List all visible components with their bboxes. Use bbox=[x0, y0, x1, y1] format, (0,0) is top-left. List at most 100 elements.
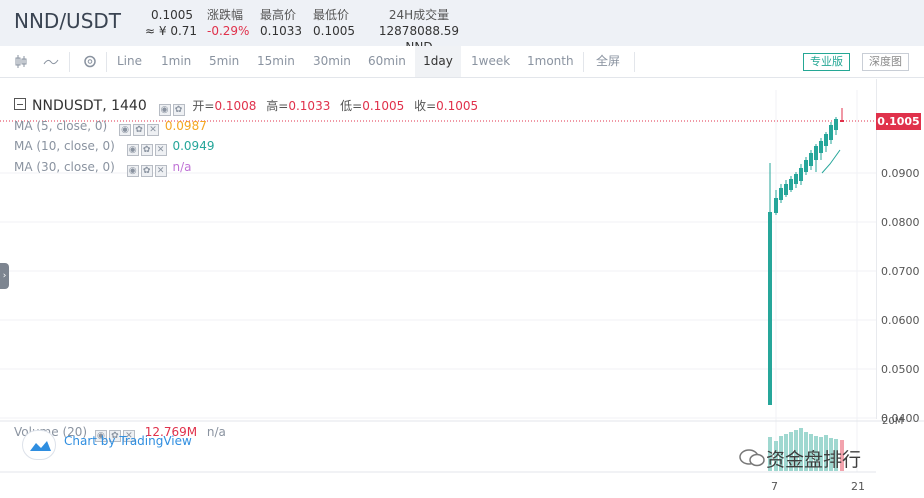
low-value-legend: 0.1005 bbox=[362, 99, 405, 113]
toolbar-divider bbox=[583, 52, 584, 72]
settings-icon[interactable]: ✿ bbox=[172, 104, 185, 116]
ma30-value: n/a bbox=[172, 160, 192, 174]
close-label-legend: 收= bbox=[414, 99, 437, 113]
ma10-label: MA (10, close, 0) bbox=[14, 139, 115, 153]
volume-label: 24H成交量 bbox=[388, 8, 450, 22]
depth-chart-button[interactable]: 深度图 bbox=[862, 53, 909, 71]
candle-body bbox=[829, 125, 833, 140]
candle-body bbox=[794, 174, 798, 184]
volume-legend-extra: n/a bbox=[206, 425, 226, 439]
last-price: 0.1005 bbox=[151, 8, 193, 22]
tradingview-branding[interactable]: Chart by TradingView bbox=[64, 434, 192, 448]
price-grid bbox=[0, 172, 876, 419]
candle-body bbox=[799, 168, 803, 181]
low-label-legend: 低= bbox=[340, 99, 363, 113]
high-value-legend: 0.1033 bbox=[288, 99, 331, 113]
interval-5min[interactable]: 5min bbox=[209, 46, 239, 77]
candle-body bbox=[834, 119, 838, 130]
high-value: 0.1033 bbox=[260, 24, 302, 38]
chart-toolbar: Line 1min 5min 15min 30min 60min 1day 1w… bbox=[0, 46, 924, 78]
interval-15min[interactable]: 15min bbox=[257, 46, 295, 77]
eye-icon[interactable]: ◉ bbox=[119, 124, 132, 136]
ma10-line bbox=[821, 149, 841, 174]
ma10-value: 0.0949 bbox=[172, 139, 215, 153]
watermark-text: 资金盘排行 bbox=[766, 449, 862, 471]
close-icon[interactable]: ✕ bbox=[154, 165, 167, 177]
ma5-label: MA (5, close, 0) bbox=[14, 119, 108, 133]
pair-title: NND/USDT bbox=[14, 9, 122, 33]
candle-body bbox=[768, 212, 772, 405]
settings-icon[interactable]: ✿ bbox=[140, 144, 153, 156]
date-tick: 21 bbox=[851, 480, 865, 493]
ma30-label: MA (30, close, 0) bbox=[14, 160, 115, 174]
high-label-legend: 高= bbox=[266, 99, 289, 113]
candle-body bbox=[840, 120, 844, 122]
date-tick: 7 bbox=[771, 480, 778, 493]
eye-icon[interactable]: ◉ bbox=[126, 144, 139, 156]
candle-body bbox=[804, 160, 808, 172]
change-value: -0.29% bbox=[207, 24, 250, 38]
candle-type-icon[interactable] bbox=[14, 46, 28, 77]
eye-icon[interactable]: ◉ bbox=[158, 104, 171, 116]
high-label: 最高价 bbox=[260, 8, 297, 22]
cny-price: ≈ ¥ 0.71 bbox=[145, 24, 198, 38]
current-price-tag: 0.1005 bbox=[876, 113, 921, 130]
wechat-icon bbox=[738, 447, 766, 469]
high-block: 最高价 0.1033 bbox=[260, 7, 302, 39]
price-tick: 0.0500 bbox=[881, 363, 920, 376]
candle-body bbox=[779, 188, 783, 200]
change-label: 涨跌幅 bbox=[207, 8, 244, 22]
watermark: 资金盘排行 bbox=[738, 445, 861, 472]
candle-body bbox=[824, 134, 828, 146]
close-value-legend: 0.1005 bbox=[436, 99, 479, 113]
ma5-value: 0.0987 bbox=[164, 119, 207, 133]
ma10-legend: MA (10, close, 0) ◉ ✿ ✕ 0.0949 bbox=[14, 139, 214, 156]
close-icon[interactable]: ✕ bbox=[154, 144, 167, 156]
ticker-bar: NND/USDT 0.1005 ≈ ¥ 0.71 涨跌幅 -0.29% 最高价 … bbox=[0, 0, 924, 54]
candle-body bbox=[784, 184, 788, 195]
low-value: 0.1005 bbox=[313, 24, 355, 38]
interval-30min[interactable]: 30min bbox=[313, 46, 351, 77]
pro-version-button[interactable]: 专业版 bbox=[803, 53, 850, 71]
interval-1week[interactable]: 1week bbox=[471, 46, 510, 77]
candle-body bbox=[814, 146, 818, 160]
interval-60min[interactable]: 60min bbox=[368, 46, 406, 77]
interval-1min[interactable]: 1min bbox=[161, 46, 191, 77]
interval-1month[interactable]: 1month bbox=[527, 46, 574, 77]
indicator-icon[interactable] bbox=[43, 46, 59, 77]
price-tick: 0.0600 bbox=[881, 314, 920, 327]
symbol-legend: NNDUSDT, 1440 ◉ ✿ 开=0.1008 高=0.1033 低=0.1… bbox=[32, 97, 478, 116]
price-tick: 0.0700 bbox=[881, 265, 920, 278]
candle-body bbox=[774, 198, 778, 213]
toolbar-divider bbox=[69, 52, 70, 72]
volume-axis-label: 20M bbox=[882, 416, 904, 427]
candle-body bbox=[809, 153, 813, 166]
settings-gear-icon[interactable] bbox=[82, 46, 98, 77]
open-value: 0.1008 bbox=[214, 99, 257, 113]
expand-sidebar-button[interactable]: › bbox=[0, 263, 9, 289]
tradingview-logo-icon[interactable] bbox=[22, 430, 56, 460]
fullscreen-button[interactable]: 全屏 bbox=[596, 46, 620, 77]
ma30-legend: MA (30, close, 0) ◉ ✿ ✕ n/a bbox=[14, 160, 191, 177]
collapse-legend-button[interactable] bbox=[14, 98, 26, 110]
toolbar-divider bbox=[106, 52, 107, 72]
interval-line[interactable]: Line bbox=[117, 46, 142, 77]
low-block: 最低价 0.1005 bbox=[313, 7, 355, 39]
symbol-title: NNDUSDT, 1440 bbox=[32, 98, 147, 114]
close-icon[interactable]: ✕ bbox=[147, 124, 160, 136]
change-block: 涨跌幅 -0.29% bbox=[207, 7, 249, 39]
settings-icon[interactable]: ✿ bbox=[133, 124, 146, 136]
interval-1day[interactable]: 1day bbox=[415, 46, 461, 77]
toolbar-divider bbox=[634, 52, 635, 72]
candles bbox=[768, 108, 844, 405]
ma5-legend: MA (5, close, 0) ◉ ✿ ✕ 0.0987 bbox=[14, 119, 207, 136]
price-tick: 0.0800 bbox=[881, 216, 920, 229]
price-tick: 0.0900 bbox=[881, 167, 920, 180]
candle-body bbox=[819, 141, 823, 153]
open-label: 开= bbox=[192, 99, 215, 113]
low-label: 最低价 bbox=[313, 8, 350, 22]
candle-body bbox=[789, 179, 793, 190]
settings-icon[interactable]: ✿ bbox=[140, 165, 153, 177]
last-price-block: 0.1005 ≈ ¥ 0.71 bbox=[145, 7, 197, 39]
eye-icon[interactable]: ◉ bbox=[126, 165, 139, 177]
